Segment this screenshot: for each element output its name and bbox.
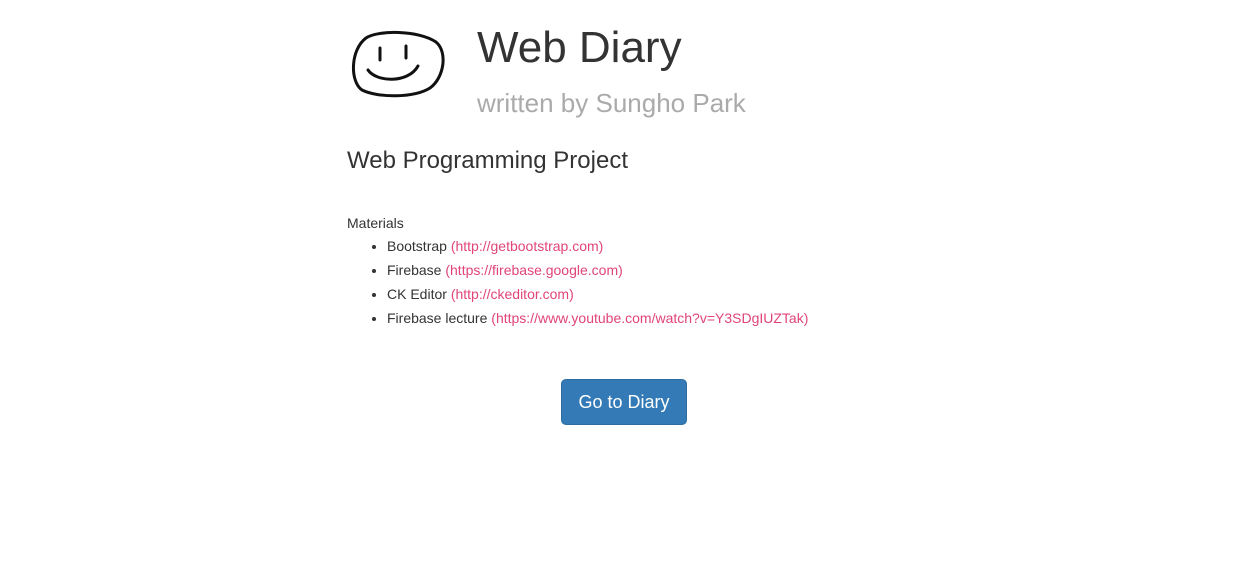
project-heading: Web Programming Project xyxy=(347,147,628,174)
page-title: Web Diary xyxy=(477,23,682,72)
list-item: Bootstrap (http://getbootstrap.com) xyxy=(387,234,808,258)
list-item: CK Editor (http://ckeditor.com) xyxy=(387,282,808,306)
page-subtitle: written by Sungho Park xyxy=(477,88,746,118)
material-name: Bootstrap xyxy=(387,238,447,254)
material-link[interactable]: (http://getbootstrap.com) xyxy=(451,238,604,254)
materials-label: Materials xyxy=(347,215,404,231)
material-name: CK Editor xyxy=(387,286,447,302)
smiley-face-icon xyxy=(351,30,445,98)
page: Web Diary written by Sungho Park Web Pro… xyxy=(0,0,1248,572)
material-link[interactable]: (https://www.youtube.com/watch?v=Y3SDgIU… xyxy=(491,310,808,326)
materials-list: Bootstrap (http://getbootstrap.com) Fire… xyxy=(347,234,808,330)
material-link[interactable]: (http://ckeditor.com) xyxy=(451,286,574,302)
list-item: Firebase (https://firebase.google.com) xyxy=(387,258,808,282)
go-to-diary-button[interactable]: Go to Diary xyxy=(561,379,687,425)
material-link[interactable]: (https://firebase.google.com) xyxy=(445,262,622,278)
material-name: Firebase xyxy=(387,262,442,278)
material-name: Firebase lecture xyxy=(387,310,488,326)
list-item: Firebase lecture (https://www.youtube.co… xyxy=(387,306,808,330)
